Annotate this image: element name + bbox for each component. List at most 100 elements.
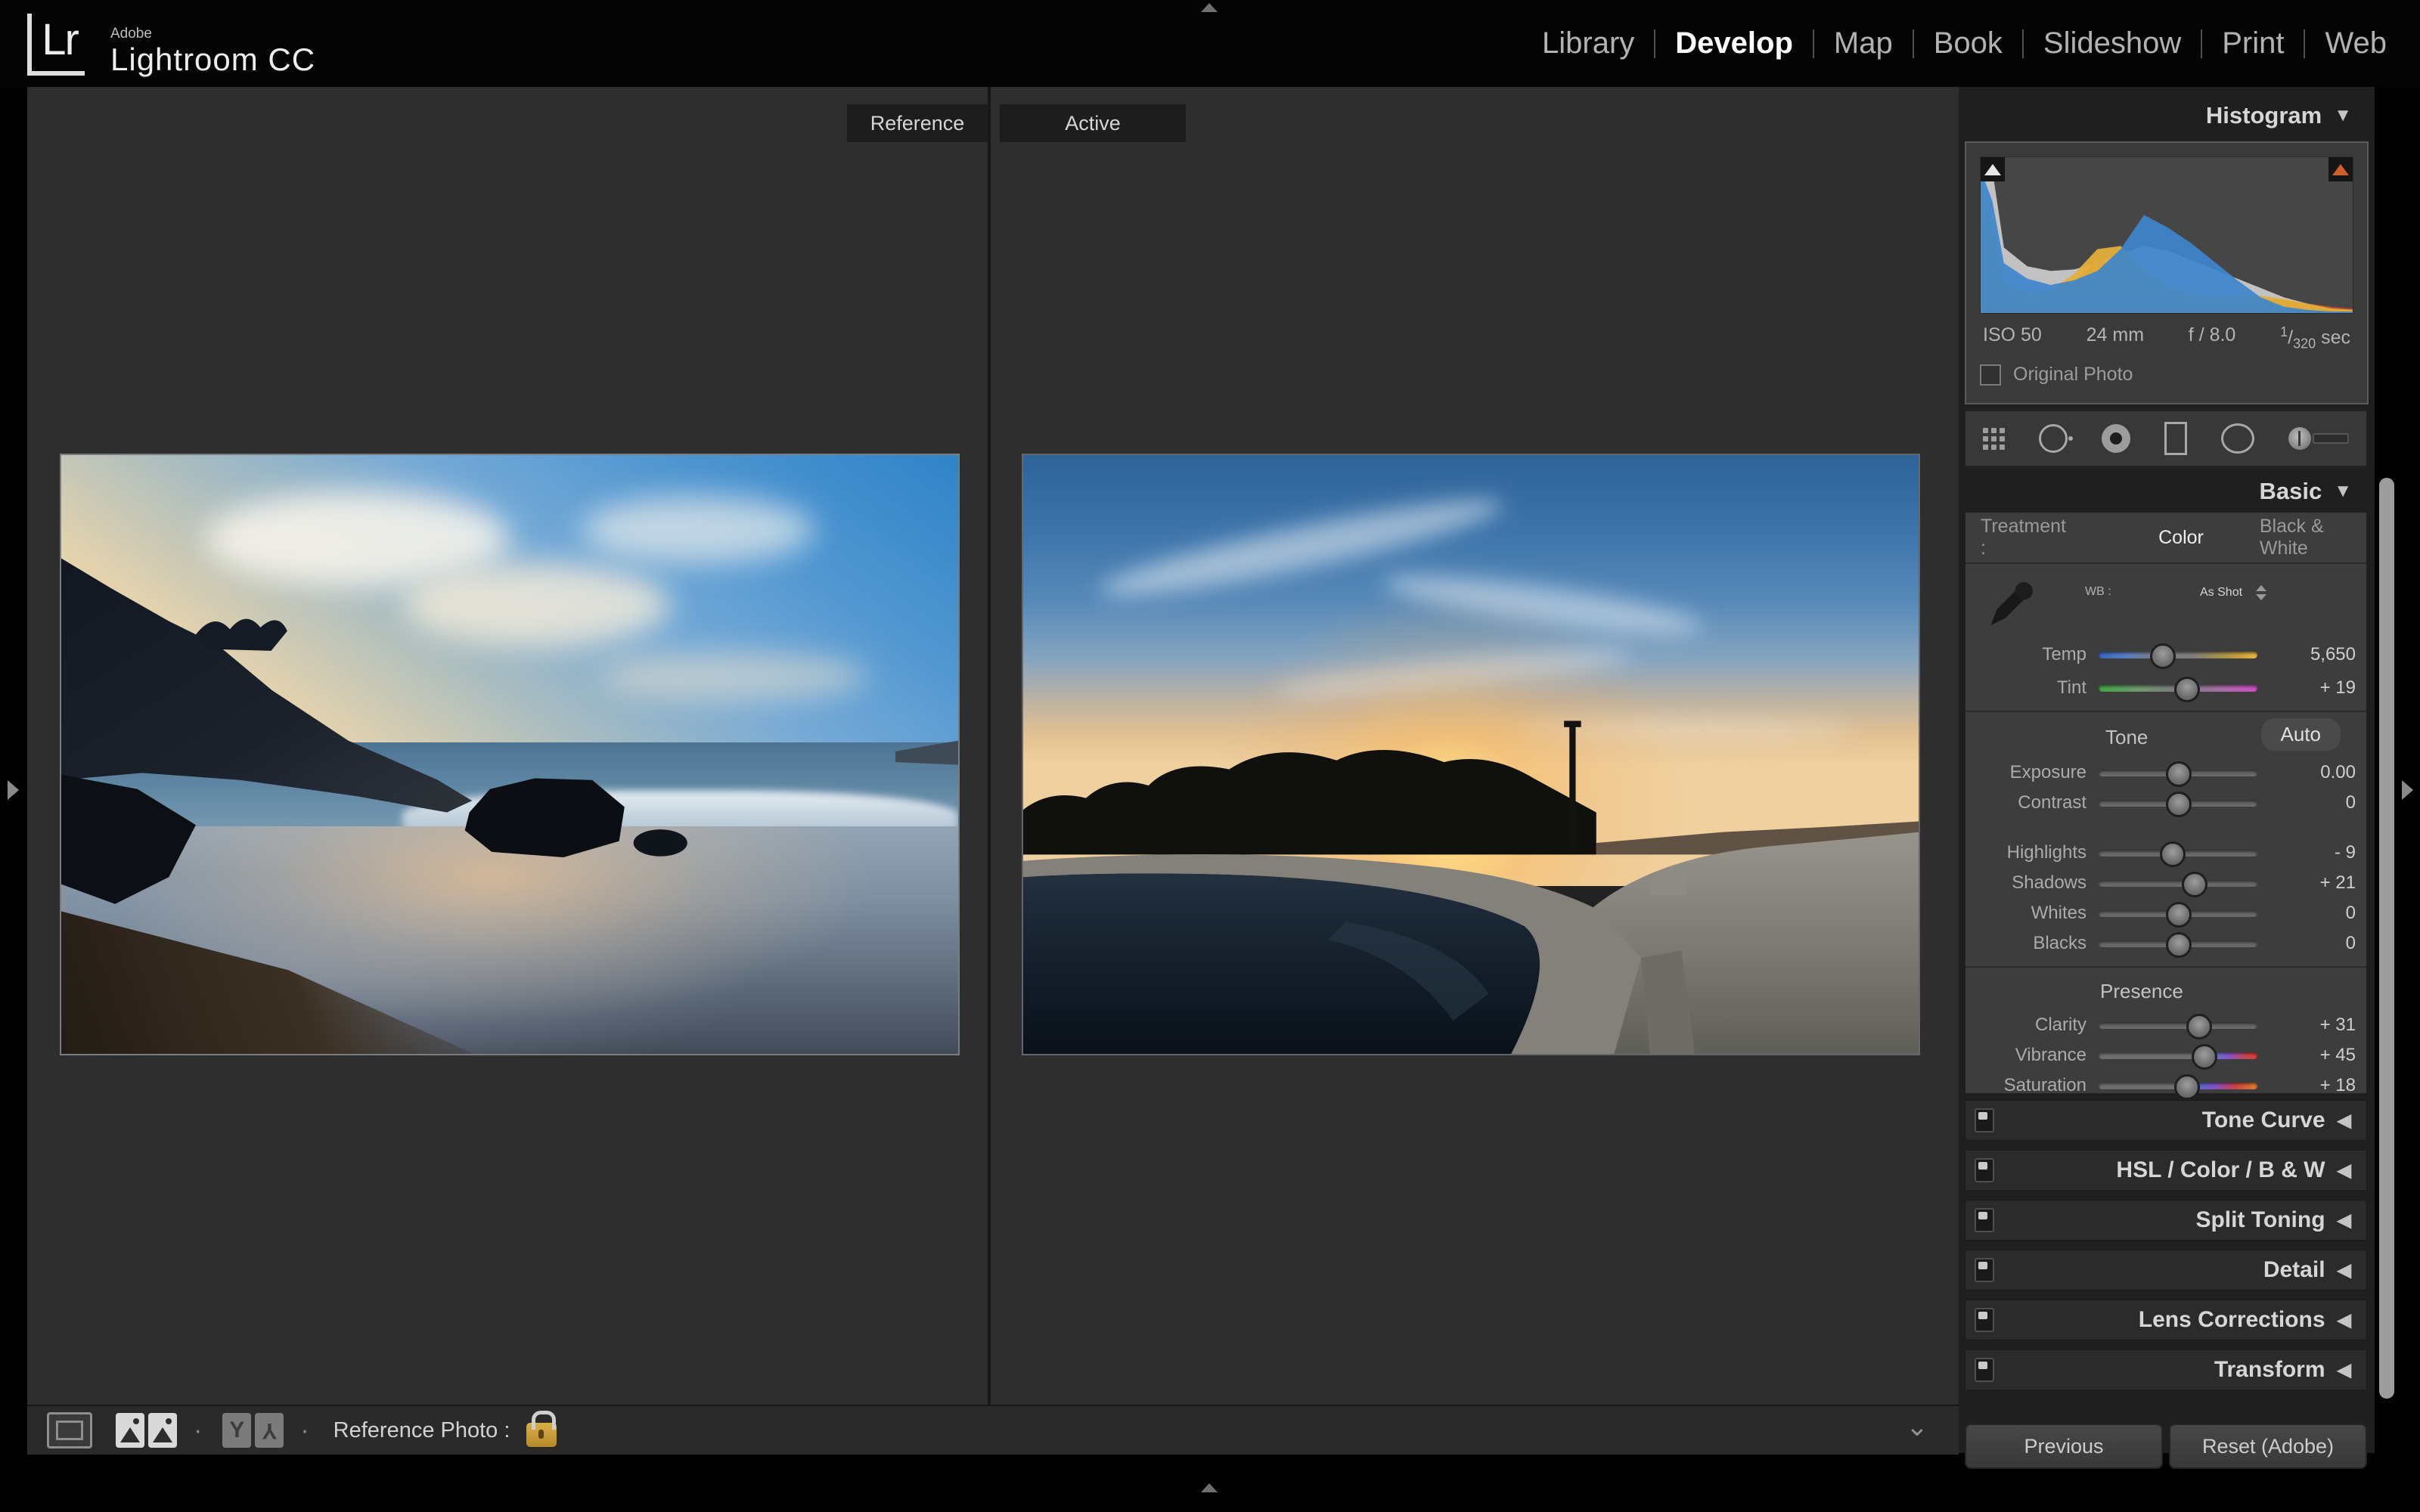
wb-dropdown-icon xyxy=(2256,585,2266,600)
shadow-clipping-indicator[interactable] xyxy=(1981,157,2005,181)
panel-toggle-switch[interactable] xyxy=(1975,1158,1994,1182)
histogram-plot[interactable] xyxy=(1980,156,2353,314)
auto-tone-button[interactable]: Auto xyxy=(2261,718,2341,751)
module-web[interactable]: Web xyxy=(2305,26,2406,60)
blacks-slider[interactable] xyxy=(2099,940,2257,947)
histogram-panel-header[interactable]: Histogram ▼ xyxy=(1959,96,2352,135)
white-balance-eyedropper-icon[interactable] xyxy=(1982,572,2041,635)
treatment-color-option[interactable]: Color xyxy=(2158,527,2204,549)
exposure-slider[interactable] xyxy=(2099,770,2257,776)
clarity-slider[interactable] xyxy=(2099,1022,2257,1029)
shadows-value[interactable]: + 21 xyxy=(2268,872,2366,894)
highlights-value[interactable]: - 9 xyxy=(2268,842,2366,863)
panel-header-transform[interactable]: Transform◀ xyxy=(1965,1349,2367,1390)
reference-view-right-button[interactable] xyxy=(148,1413,177,1448)
highlights-slider-thumb[interactable] xyxy=(2160,841,2186,867)
shadows-slider[interactable] xyxy=(2099,880,2257,887)
temp-slider[interactable] xyxy=(2099,652,2257,658)
contrast-slider-thumb[interactable] xyxy=(2166,792,2192,817)
module-library[interactable]: Library xyxy=(1522,26,1654,60)
whites-slider-thumb[interactable] xyxy=(2166,902,2192,928)
panel-header-detail[interactable]: Detail◀ xyxy=(1965,1250,2367,1290)
reference-photo[interactable] xyxy=(61,455,958,1054)
panel-toggle-switch[interactable] xyxy=(1975,1208,1994,1232)
previous-button[interactable]: Previous xyxy=(1965,1424,2163,1469)
temp-slider-thumb[interactable] xyxy=(2150,643,2176,669)
highlight-clipping-indicator[interactable] xyxy=(2328,157,2353,181)
clarity-value[interactable]: + 31 xyxy=(2268,1015,2366,1036)
module-develop[interactable]: Develop xyxy=(1655,26,1813,60)
tint-slider-thumb[interactable] xyxy=(2174,677,2200,702)
reset-button[interactable]: Reset (Adobe) xyxy=(2169,1424,2367,1469)
toolbar-separator-dot: · xyxy=(194,1416,202,1445)
before-after-left-button[interactable]: Y xyxy=(222,1413,251,1448)
hide-right-panel-arrow[interactable] xyxy=(2402,780,2413,800)
show-left-panel-arrow[interactable] xyxy=(8,780,19,800)
before-after-right-button[interactable]: Y xyxy=(255,1413,284,1448)
loupe-view-button[interactable] xyxy=(47,1412,92,1448)
active-photo[interactable] xyxy=(1023,455,1919,1054)
crop-overlay-icon[interactable] xyxy=(1983,428,2005,450)
tint-value[interactable]: + 19 xyxy=(2268,677,2366,699)
tint-slider[interactable] xyxy=(2099,685,2257,692)
panel-header-hsl[interactable]: HSL / Color / B & W◀ xyxy=(1965,1150,2367,1191)
saturation-slider-thumb[interactable] xyxy=(2174,1074,2200,1100)
vibrance-value[interactable]: + 45 xyxy=(2268,1045,2366,1066)
saturation-slider-row: Saturation + 18 xyxy=(1965,1069,2366,1102)
module-slideshow[interactable]: Slideshow xyxy=(2024,26,2201,60)
basic-panel-header[interactable]: Basic ▼ xyxy=(1959,472,2352,510)
tab-active[interactable]: Active xyxy=(1000,104,1186,142)
original-photo-checkbox[interactable] xyxy=(1980,364,2001,386)
clarity-slider-thumb[interactable] xyxy=(2186,1014,2212,1040)
show-filmstrip-arrow[interactable] xyxy=(1201,1483,1218,1492)
temp-label: Temp xyxy=(1965,644,2099,665)
exposure-slider-thumb[interactable] xyxy=(2166,761,2192,787)
contrast-value[interactable]: 0 xyxy=(2268,792,2366,813)
whites-slider[interactable] xyxy=(2099,910,2257,917)
pane-divider xyxy=(988,87,991,1405)
temp-value[interactable]: 5,650 xyxy=(2268,644,2366,665)
reference-view-left-button[interactable] xyxy=(116,1413,144,1448)
saturation-value[interactable]: + 18 xyxy=(2268,1075,2366,1096)
module-book[interactable]: Book xyxy=(1914,26,2022,60)
wb-preset-select[interactable]: As Shot xyxy=(2200,585,2266,600)
module-map[interactable]: Map xyxy=(1814,26,1913,60)
shadows-slider-thumb[interactable] xyxy=(2182,872,2207,897)
blacks-slider-thumb[interactable] xyxy=(2166,932,2192,958)
vibrance-slider[interactable] xyxy=(2099,1052,2257,1059)
collapse-down-icon: ▼ xyxy=(2334,105,2352,126)
panel-toggle-switch[interactable] xyxy=(1975,1358,1994,1382)
top-bar: Lr Adobe Lightroom CC Library Develop Ma… xyxy=(0,0,2420,88)
highlights-slider[interactable] xyxy=(2099,850,2257,857)
photo-icon-dot xyxy=(166,1418,172,1424)
panel-header-lens-corrections[interactable]: Lens Corrections◀ xyxy=(1965,1300,2367,1340)
treatment-bw-option[interactable]: Black & White xyxy=(2260,516,2366,559)
whites-label: Whites xyxy=(1965,903,2099,924)
radial-filter-icon[interactable] xyxy=(2221,423,2254,454)
panel-header-split-toning[interactable]: Split Toning◀ xyxy=(1965,1200,2367,1241)
whites-value[interactable]: 0 xyxy=(2268,903,2366,924)
module-print[interactable]: Print xyxy=(2202,26,2304,60)
adjustment-brush-icon[interactable] xyxy=(2288,427,2349,450)
red-eye-correction-icon[interactable] xyxy=(2102,424,2130,453)
panel-toggle-switch[interactable] xyxy=(1975,1258,1994,1282)
graduated-filter-icon[interactable] xyxy=(2164,422,2187,455)
saturation-slider[interactable] xyxy=(2099,1083,2257,1089)
panel-header-tone-curve[interactable]: Tone Curve◀ xyxy=(1965,1100,2367,1141)
collapse-left-icon: ◀ xyxy=(2338,1359,2351,1381)
treatment-row: Treatment : Color Black & White xyxy=(1965,513,2366,564)
tab-reference[interactable]: Reference xyxy=(847,104,988,142)
toolbar-options-chevron[interactable]: ⌄ xyxy=(1906,1411,1928,1442)
photo-icon-dot xyxy=(133,1418,139,1424)
panel-toggle-switch[interactable] xyxy=(1975,1108,1994,1132)
panel-toggle-switch[interactable] xyxy=(1975,1308,1994,1332)
hide-top-panel-arrow[interactable] xyxy=(1201,3,1218,12)
blacks-value[interactable]: 0 xyxy=(2268,933,2366,954)
exif-aperture: f / 8.0 xyxy=(2189,324,2236,352)
right-panel-scrollbar[interactable] xyxy=(2379,478,2394,1399)
spot-removal-icon[interactable] xyxy=(2039,424,2068,453)
vibrance-slider-thumb[interactable] xyxy=(2192,1044,2217,1070)
exposure-value[interactable]: 0.00 xyxy=(2268,762,2366,783)
lock-icon[interactable] xyxy=(526,1423,557,1447)
contrast-slider[interactable] xyxy=(2099,800,2257,807)
